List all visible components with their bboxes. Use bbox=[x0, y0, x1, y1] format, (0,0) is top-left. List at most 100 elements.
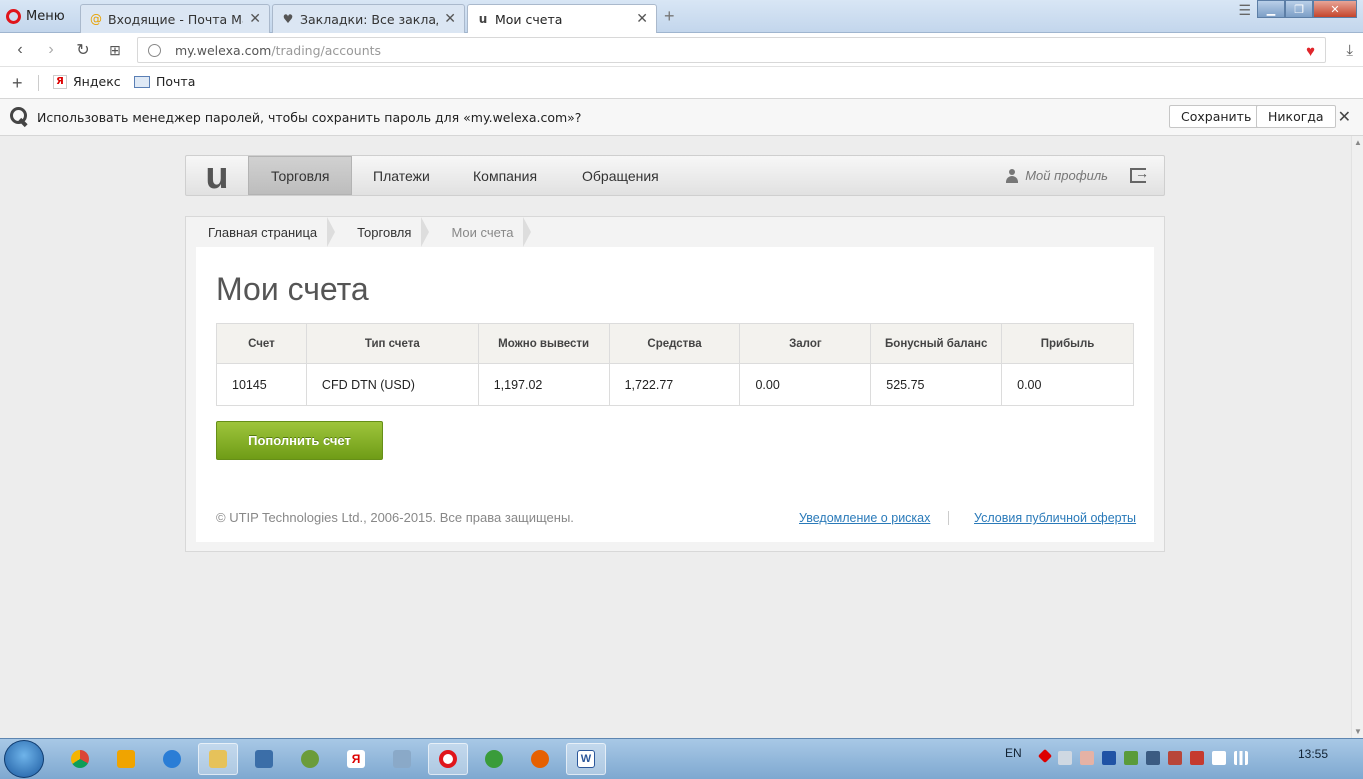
public-offer-link[interactable]: Условия публичной оферты bbox=[974, 511, 1136, 525]
minimize-icon[interactable]: ▁ bbox=[1257, 0, 1285, 18]
bluetooth-icon[interactable] bbox=[1102, 751, 1116, 765]
breadcrumb: Главная страница Торговля Мои счета bbox=[186, 217, 532, 247]
word-icon[interactable]: W bbox=[566, 743, 606, 775]
table-row[interactable]: 10145 CFD DTN (USD) 1,197.02 1,722.77 0.… bbox=[216, 363, 1134, 406]
never-button[interactable]: Никогда bbox=[1256, 105, 1336, 128]
close-tab-icon[interactable]: ✕ bbox=[636, 11, 648, 27]
nav-payments[interactable]: Платежи bbox=[373, 156, 430, 195]
site-top-nav: u Торговля Платежи Компания Обращения Мо… bbox=[185, 155, 1165, 196]
yandex-icon[interactable]: Я bbox=[336, 743, 376, 775]
header-profit: Прибыль bbox=[1001, 323, 1134, 364]
speaker-icon[interactable] bbox=[1058, 751, 1072, 765]
address-toolbar: ‹ › ↻ ⊞ my.welexa.com/trading/accounts ♥… bbox=[0, 33, 1363, 67]
app-icon[interactable] bbox=[244, 743, 284, 775]
speed-dial-icon[interactable]: ⊞ bbox=[104, 40, 126, 60]
breadcrumb-home[interactable]: Главная страница bbox=[186, 217, 336, 247]
browser-tabstrip: Меню @ Входящие - Почта Mail.Ru ✕ ♥ Закл… bbox=[0, 0, 1363, 33]
add-bookmark-icon[interactable]: + bbox=[12, 73, 23, 94]
tab-title: Входящие - Почта Mail.Ru bbox=[108, 11, 243, 27]
forward-icon[interactable]: › bbox=[40, 40, 62, 60]
tab-title: Закладки: Все закладки bbox=[300, 11, 438, 27]
language-indicator[interactable]: EN bbox=[1005, 746, 1022, 760]
nav-trading[interactable]: Торговля bbox=[248, 156, 353, 195]
header-account-type: Тип счета bbox=[305, 323, 479, 364]
bookmark-yandex[interactable]: Я Яндекс bbox=[53, 74, 121, 89]
network-signal-icon[interactable] bbox=[1234, 751, 1248, 765]
risk-notice-link[interactable]: Уведомление о рисках bbox=[799, 511, 930, 525]
back-icon[interactable]: ‹ bbox=[9, 40, 31, 60]
tool-icon[interactable] bbox=[1168, 751, 1182, 765]
header-bonus-balance: Бонусный баланс bbox=[870, 323, 1003, 364]
users-icon[interactable] bbox=[290, 743, 330, 775]
page-scrollbar[interactable]: ▲ ▼ bbox=[1351, 136, 1363, 738]
top-up-account-button[interactable]: Пополнить счет bbox=[216, 421, 383, 460]
close-window-icon[interactable]: ✕ bbox=[1313, 0, 1357, 18]
heart-icon: ♥ bbox=[282, 12, 294, 26]
profile-label: Мой профиль bbox=[1025, 168, 1108, 183]
opera-menu-button[interactable]: Меню bbox=[6, 5, 65, 27]
chevron-right-icon bbox=[327, 217, 343, 247]
close-tab-icon[interactable]: ✕ bbox=[444, 11, 456, 27]
speaker-muted-icon[interactable] bbox=[1080, 751, 1094, 765]
start-button[interactable] bbox=[4, 740, 44, 778]
media-player-icon[interactable] bbox=[106, 743, 146, 775]
site-logo[interactable]: u bbox=[186, 156, 248, 195]
cell-account: 10145 bbox=[216, 363, 307, 406]
tab-mailru[interactable]: @ Входящие - Почта Mail.Ru ✕ bbox=[80, 4, 270, 33]
divider bbox=[38, 75, 39, 91]
accounts-table: Счет Тип счета Можно вывести Средства За… bbox=[216, 323, 1134, 406]
cell-margin: 0.00 bbox=[739, 363, 872, 406]
tab-menu-icon[interactable]: ☰ bbox=[1238, 2, 1251, 19]
copyright-text: © UTIP Technologies Ltd., 2006-2015. Все… bbox=[216, 510, 574, 525]
chevron-right-icon bbox=[523, 217, 539, 247]
tab-bookmarks[interactable]: ♥ Закладки: Все закладки ✕ bbox=[272, 4, 465, 33]
tab-accounts[interactable]: u Мои счета ✕ bbox=[467, 4, 657, 33]
file-explorer-icon[interactable] bbox=[198, 743, 238, 775]
table-header-row: Счет Тип счета Можно вывести Средства За… bbox=[216, 323, 1134, 364]
cell-profit: 0.00 bbox=[1001, 363, 1134, 406]
breadcrumb-label: Мои счета bbox=[451, 224, 514, 240]
nav-company[interactable]: Компания bbox=[473, 156, 537, 195]
cell-bonus-balance: 525.75 bbox=[870, 363, 1003, 406]
web-page: u Торговля Платежи Компания Обращения Мо… bbox=[0, 136, 1351, 738]
skype-icon[interactable] bbox=[1146, 751, 1160, 765]
bookmark-mail[interactable]: Почта bbox=[134, 74, 195, 89]
internet-explorer-icon[interactable] bbox=[152, 743, 192, 775]
close-tab-icon[interactable]: ✕ bbox=[249, 11, 261, 27]
header-funds: Средства bbox=[608, 323, 741, 364]
chevron-right-icon bbox=[421, 217, 437, 247]
maximize-icon[interactable]: ❐ bbox=[1285, 0, 1313, 18]
scroll-down-icon[interactable]: ▼ bbox=[1354, 727, 1362, 736]
clipboard-icon[interactable] bbox=[1212, 751, 1226, 765]
logout-icon[interactable] bbox=[1130, 165, 1149, 183]
bookmark-label: Яндекс bbox=[73, 74, 121, 89]
opera-logo-icon bbox=[6, 8, 21, 24]
reload-icon[interactable]: ↻ bbox=[72, 40, 94, 60]
nav-requests[interactable]: Обращения bbox=[582, 156, 659, 195]
utip-logo-icon: u bbox=[478, 12, 488, 26]
breadcrumb-trading[interactable]: Торговля bbox=[335, 217, 430, 247]
bookmark-heart-icon[interactable]: ♥ bbox=[1306, 43, 1315, 60]
url-path: /trading/accounts bbox=[271, 42, 382, 58]
firefox-icon[interactable] bbox=[520, 743, 560, 775]
divider bbox=[948, 511, 949, 525]
tray-red-icon[interactable] bbox=[1037, 748, 1053, 764]
save-password-button[interactable]: Сохранить bbox=[1169, 105, 1264, 128]
scroll-up-icon[interactable]: ▲ bbox=[1354, 138, 1362, 147]
mail-icon bbox=[134, 75, 150, 88]
download-icon[interactable]: ⤓ bbox=[1346, 42, 1353, 59]
sync-icon[interactable] bbox=[1124, 751, 1138, 765]
flag-icon[interactable] bbox=[1190, 751, 1204, 765]
address-field[interactable]: my.welexa.com/trading/accounts ♥ bbox=[137, 37, 1326, 63]
bookmark-label: Почта bbox=[156, 74, 196, 89]
profile-link[interactable]: Мой профиль bbox=[1005, 168, 1108, 183]
chrome-icon[interactable] bbox=[60, 743, 100, 775]
new-tab-icon[interactable]: + bbox=[664, 6, 675, 27]
opera-icon[interactable] bbox=[428, 743, 468, 775]
user-icon bbox=[1005, 168, 1019, 183]
audio-icon[interactable] bbox=[382, 743, 422, 775]
utorrent-icon[interactable] bbox=[474, 743, 514, 775]
clock[interactable]: 13:55 bbox=[1298, 747, 1328, 761]
system-tray bbox=[1037, 748, 1248, 765]
close-icon[interactable]: ✕ bbox=[1338, 107, 1351, 127]
